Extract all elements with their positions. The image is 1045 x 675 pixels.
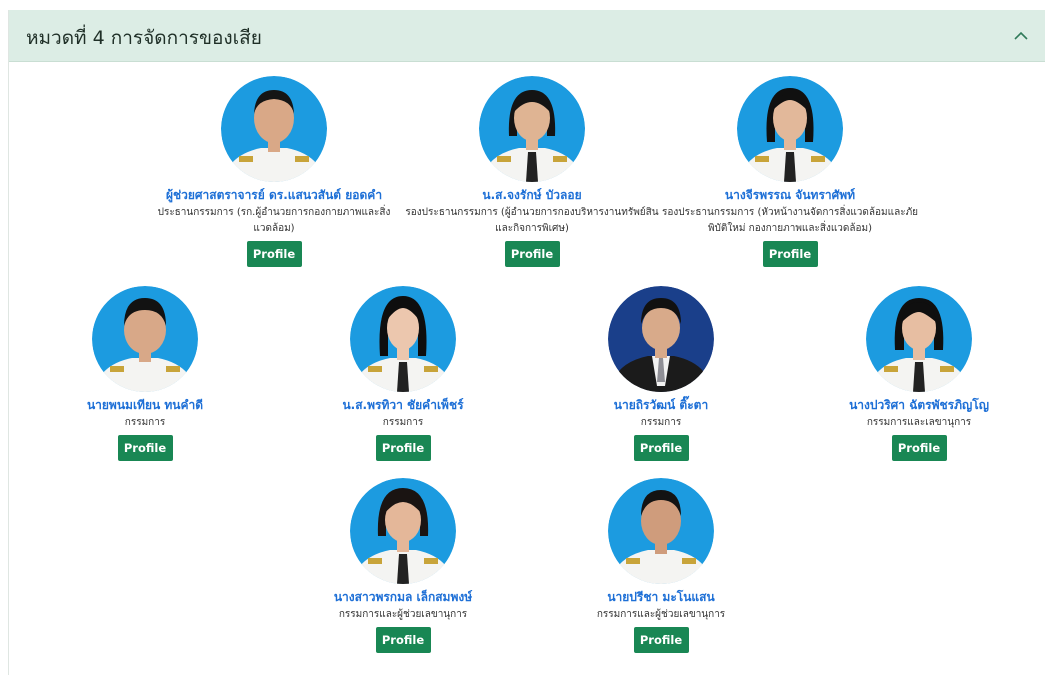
member-photo — [479, 76, 585, 182]
member-card: นายถิรวัฒน์ ติ๊ะตา กรรมการ Profile — [511, 286, 811, 461]
member-position: กรรมการ — [382, 417, 424, 428]
member-card: น.ส.จงรักษ์ บัวลอย รองประธานกรรมการ (ผู้… — [382, 76, 682, 267]
member-photo — [608, 286, 714, 392]
member-photo — [608, 478, 714, 584]
member-position: กรรมการและเลขานุการ — [866, 417, 972, 428]
member-card: นางสาวพรกมล เล็กสมพงษ์ กรรมการและผู้ช่วย… — [253, 478, 553, 653]
member-name[interactable]: นายปรีชา มะโนแสน — [511, 589, 811, 605]
member-photo — [92, 286, 198, 392]
member-position: รองประธานกรรมการ (ผู้อำนวยการกองบริหารงา… — [405, 207, 659, 234]
profile-button[interactable]: Profile — [633, 435, 689, 461]
member-card: นางปวริศา ฉัตรพัชรภิญโญ กรรมการและเลขานุ… — [769, 286, 1045, 461]
member-card: น.ส.พรทิวา ชัยคำเพ็ชร์ กรรมการ Profile — [253, 286, 553, 461]
member-card: นายพนมเทียน ทนคำดี กรรมการ Profile — [0, 286, 295, 461]
profile-button[interactable]: Profile — [891, 435, 947, 461]
member-name[interactable]: นายพนมเทียน ทนคำดี — [0, 397, 295, 413]
profile-button[interactable]: Profile — [246, 241, 302, 267]
member-name[interactable]: น.ส.พรทิวา ชัยคำเพ็ชร์ — [253, 397, 553, 413]
panel-title: หมวดที่ 4 การจัดการของเสีย — [26, 27, 262, 49]
profile-button[interactable]: Profile — [633, 627, 689, 653]
member-photo — [221, 76, 327, 182]
member-card: ผู้ช่วยศาสตราจารย์ ดร.แสนวสันต์ ยอดคำ ปร… — [124, 76, 424, 267]
panel-header[interactable]: หมวดที่ 4 การจัดการของเสีย — [9, 10, 1045, 62]
member-position: รองประธานกรรมการ (หัวหน้างานจัดการสิ่งแว… — [661, 207, 919, 234]
member-name[interactable]: ผู้ช่วยศาสตราจารย์ ดร.แสนวสันต์ ยอดคำ — [124, 187, 424, 203]
member-position: กรรมการและผู้ช่วยเลขานุการ — [596, 609, 726, 620]
profile-button[interactable]: Profile — [375, 627, 431, 653]
member-name[interactable]: นางสาวพรกมล เล็กสมพงษ์ — [253, 589, 553, 605]
member-name[interactable]: น.ส.จงรักษ์ บัวลอย — [382, 187, 682, 203]
profile-button[interactable]: Profile — [504, 241, 560, 267]
member-name[interactable]: นางปวริศา ฉัตรพัชรภิญโญ — [769, 397, 1045, 413]
member-photo — [350, 286, 456, 392]
profile-button[interactable]: Profile — [375, 435, 431, 461]
member-photo — [866, 286, 972, 392]
member-photo — [737, 76, 843, 182]
member-position: กรรมการ — [640, 417, 682, 428]
chevron-up-icon[interactable] — [1011, 26, 1031, 46]
member-position: ประธานกรรมการ (รก.ผู้อำนวยการกองกายภาพแล… — [157, 207, 391, 234]
profile-button[interactable]: Profile — [762, 241, 818, 267]
member-position: กรรมการ — [124, 417, 166, 428]
member-position: กรรมการและผู้ช่วยเลขานุการ — [338, 609, 468, 620]
member-card: นายปรีชา มะโนแสน กรรมการและผู้ช่วยเลขานุ… — [511, 478, 811, 653]
member-name[interactable]: นายถิรวัฒน์ ติ๊ะตา — [511, 397, 811, 413]
profile-button[interactable]: Profile — [117, 435, 173, 461]
member-name[interactable]: นางจีรพรรณ จันทราศัพท์ — [640, 187, 940, 203]
member-card: นางจีรพรรณ จันทราศัพท์ รองประธานกรรมการ … — [640, 76, 940, 267]
member-photo — [350, 478, 456, 584]
